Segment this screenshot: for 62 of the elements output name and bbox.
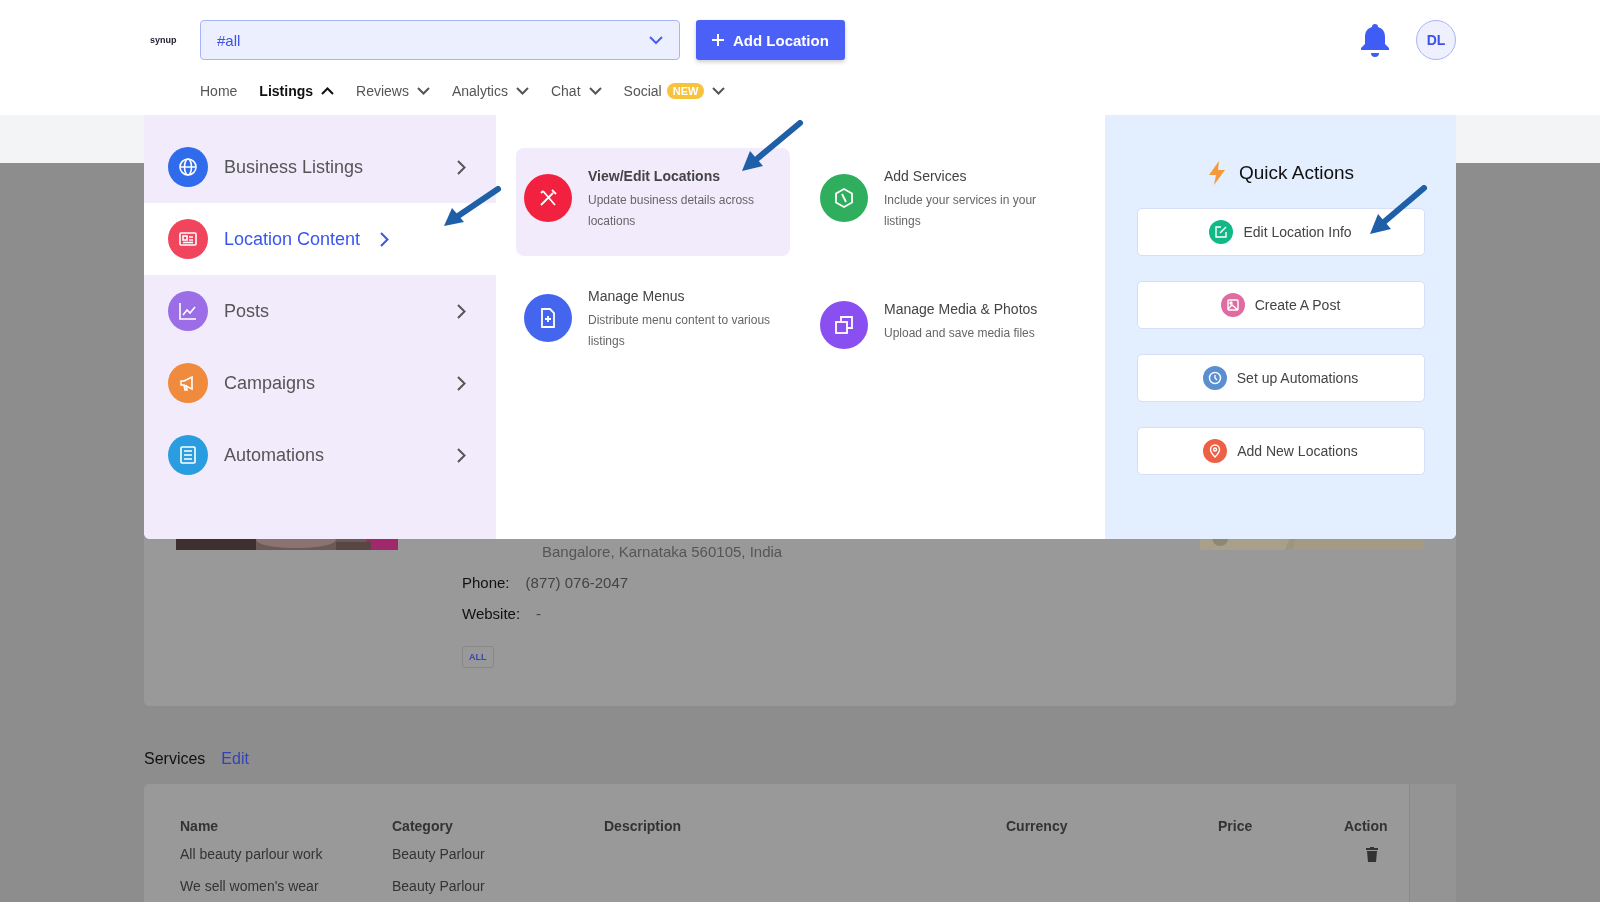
annotation-arrow [1368, 185, 1428, 237]
feature-description: Distribute menu content to various listings [588, 312, 772, 350]
column-header: Price [1218, 818, 1254, 834]
panel-title: Quick Actions [1238, 162, 1355, 184]
website-value: - [536, 605, 542, 622]
feature-title: Manage Media & Photos [884, 300, 1039, 317]
chevron-right-icon [457, 375, 466, 391]
website-label: Website: [462, 605, 521, 622]
nav-tab[interactable]: Listings [259, 83, 335, 99]
tag: ALL [462, 646, 494, 668]
feature-description: Upload and save media files [884, 324, 1036, 342]
logo[interactable]: synup [150, 35, 200, 45]
location-select[interactable]: #all [200, 20, 680, 60]
add-location-button[interactable]: Add Location [696, 20, 845, 60]
feature-title: View/Edit Locations [588, 168, 721, 184]
quick-action-button[interactable]: Add New Locations [1136, 427, 1425, 475]
new-badge: NEW [666, 83, 705, 99]
chevron-right-icon [380, 231, 390, 247]
quick-action-button[interactable]: Edit Location Info [1136, 208, 1425, 256]
trash-icon[interactable] [1366, 846, 1378, 862]
quick-action-button[interactable]: Create A Post [1136, 281, 1425, 329]
section-title: Services [144, 750, 206, 768]
column-header: Description [604, 818, 682, 834]
menu-category[interactable]: Location Content [144, 203, 496, 275]
nav-tab[interactable]: Analytics [451, 83, 529, 99]
address-text: Bangalore, Karnataka 560105, India [542, 544, 783, 560]
column-header: Currency [1006, 818, 1069, 834]
phone-value: (877) 076-2047 [525, 574, 629, 591]
annotation-arrow [740, 120, 804, 174]
phone-label: Phone: [462, 574, 510, 591]
plus-icon [712, 34, 724, 46]
user-avatar[interactable]: DL [1416, 20, 1456, 60]
chevron-right-icon [457, 303, 466, 319]
chevron-right-icon [457, 159, 466, 175]
quick-action-button[interactable]: Set up Automations [1136, 354, 1425, 402]
chevron-down-icon [649, 35, 663, 45]
feature-description: Update business details across locations [588, 192, 756, 230]
feature-description: Include your services in your listings [884, 192, 1038, 230]
nav-tab[interactable]: Reviews [356, 83, 430, 99]
menu-category[interactable]: Business Listings [144, 131, 496, 203]
lightning-icon [1206, 161, 1227, 185]
menu-feature[interactable]: Add Services Include your services in your listings [812, 148, 1086, 256]
menu-feature[interactable]: Manage Media & Photos Upload and save media files [812, 268, 1086, 376]
column-header: Name [180, 818, 220, 834]
menu-feature[interactable]: View/Edit Locations Update business details across locations [516, 148, 790, 256]
nav-tab[interactable]: Chat [550, 83, 602, 99]
menu-category[interactable]: Campaigns [144, 347, 496, 419]
menu-category[interactable]: Posts [144, 275, 496, 347]
bell-icon[interactable] [1360, 23, 1390, 57]
nav-tab[interactable]: Home [200, 83, 238, 99]
feature-title: Manage Menus [588, 288, 686, 304]
menu-feature[interactable]: Manage Menus Distribute menu content to various listings [516, 268, 790, 376]
table-cell-text: We sell women's wear [180, 878, 320, 894]
column-header: Action [1344, 818, 1389, 834]
table-cell-text: All beauty parlour work [180, 846, 324, 862]
nav-tab[interactable]: Social NEW [623, 83, 726, 99]
menu-category[interactable]: Automations [144, 419, 496, 491]
table-cell-text: Beauty Parlour [392, 878, 486, 894]
feature-title: Add Services [884, 168, 968, 184]
column-header: Category [392, 818, 454, 834]
chevron-right-icon [457, 447, 466, 463]
table-cell-text: Beauty Parlour [392, 846, 486, 862]
